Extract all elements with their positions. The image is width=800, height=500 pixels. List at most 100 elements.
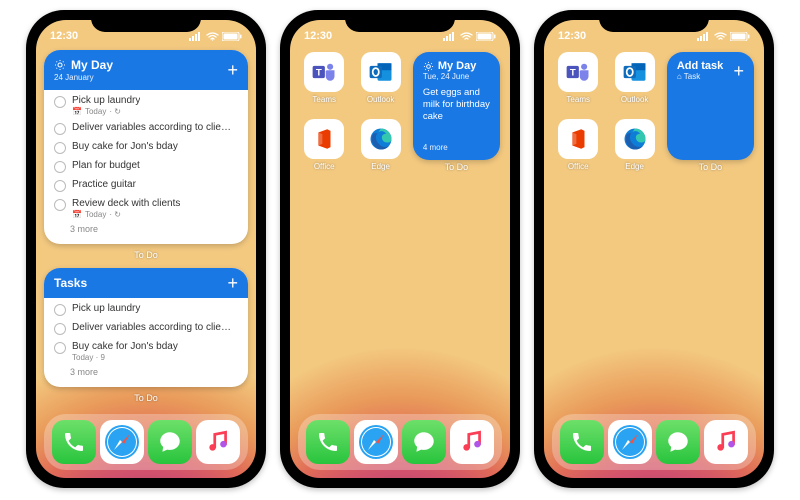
checkbox-icon[interactable] bbox=[54, 161, 66, 173]
widget-add-task-small[interactable]: Add task ⌂ Task + bbox=[667, 52, 754, 160]
music-app-icon[interactable] bbox=[196, 420, 240, 464]
notch bbox=[599, 10, 709, 32]
outlook-app-icon[interactable] bbox=[361, 52, 401, 92]
phone-mockup-large-widgets: 12:30 My Day 24 January + bbox=[26, 10, 266, 488]
widget-tasks-medium[interactable]: Tasks + Pick up laundry Deliver variable… bbox=[44, 268, 248, 387]
sun-icon bbox=[423, 61, 434, 72]
widget-my-day-large[interactable]: My Day 24 January + Pick up laundry📅Toda… bbox=[44, 50, 248, 244]
widget-subtitle: ⌂ Task bbox=[677, 72, 723, 81]
checkbox-icon[interactable] bbox=[54, 304, 66, 316]
sun-icon bbox=[54, 59, 66, 71]
app-label: Teams bbox=[312, 95, 336, 104]
home-icon: ⌂ bbox=[677, 72, 682, 81]
task-item[interactable]: Deliver variables according to clie… bbox=[44, 319, 248, 338]
app-label: Outlook bbox=[367, 95, 395, 104]
messages-app-icon[interactable] bbox=[656, 420, 700, 464]
task-title: Deliver variables according to clie… bbox=[72, 122, 238, 133]
task-item[interactable]: Buy cake for Jon's bdayToday · 9 bbox=[44, 338, 248, 365]
edge-app-icon[interactable] bbox=[361, 119, 401, 159]
status-time: 12:30 bbox=[50, 30, 78, 42]
widget-header: My Day 24 January + bbox=[44, 50, 248, 90]
teams-app-icon[interactable]: T bbox=[558, 52, 598, 92]
battery-icon bbox=[730, 32, 750, 41]
app-label: Office bbox=[568, 162, 589, 171]
widget-caption: To Do bbox=[44, 250, 248, 260]
notch bbox=[345, 10, 455, 32]
widget-caption: To Do bbox=[44, 393, 248, 403]
widget-footer: 4 more bbox=[423, 143, 448, 152]
checkbox-icon[interactable] bbox=[54, 199, 66, 211]
add-task-icon[interactable]: + bbox=[227, 274, 238, 292]
safari-app-icon[interactable] bbox=[354, 420, 398, 464]
widget-caption: To Do bbox=[413, 162, 500, 172]
task-list: Pick up laundry📅Today · ↻ Deliver variab… bbox=[44, 90, 248, 244]
status-time: 12:30 bbox=[304, 30, 332, 42]
task-title: Pick up laundry bbox=[72, 95, 140, 106]
task-title: Pick up laundry bbox=[72, 303, 238, 314]
task-title: Plan for budget bbox=[72, 160, 238, 171]
checkbox-icon[interactable] bbox=[54, 180, 66, 192]
task-title: Buy cake for Jon's bday bbox=[72, 341, 178, 352]
widget-title: Add task bbox=[677, 60, 723, 72]
task-list: Pick up laundry Deliver variables accord… bbox=[44, 298, 248, 387]
edge-app-icon[interactable] bbox=[615, 119, 655, 159]
safari-app-icon[interactable] bbox=[608, 420, 652, 464]
more-label[interactable]: 3 more bbox=[44, 365, 248, 383]
app-label: Edge bbox=[625, 162, 644, 171]
svg-text:T: T bbox=[570, 68, 576, 79]
dock bbox=[552, 414, 756, 470]
task-item[interactable]: Pick up laundry📅Today · ↻ bbox=[44, 92, 248, 119]
checkbox-icon[interactable] bbox=[54, 142, 66, 154]
status-time: 12:30 bbox=[558, 30, 586, 42]
music-app-icon[interactable] bbox=[450, 420, 494, 464]
messages-app-icon[interactable] bbox=[148, 420, 192, 464]
task-title: Review deck with clients bbox=[72, 198, 180, 209]
dock bbox=[44, 414, 248, 470]
app-label: Edge bbox=[371, 162, 390, 171]
add-task-icon[interactable]: + bbox=[227, 61, 238, 79]
outlook-app-icon[interactable] bbox=[615, 52, 655, 92]
task-title: Practice guitar bbox=[72, 179, 238, 190]
checkbox-icon[interactable] bbox=[54, 323, 66, 335]
wifi-icon bbox=[460, 32, 473, 41]
task-item[interactable]: Practice guitar bbox=[44, 176, 248, 195]
calendar-icon: 📅 bbox=[72, 107, 82, 116]
app-label: Teams bbox=[566, 95, 590, 104]
task-item[interactable]: Deliver variables according to clie… bbox=[44, 119, 248, 138]
widget-body: Get eggs and milk for birthday cake bbox=[423, 87, 490, 123]
app-label: Office bbox=[314, 162, 335, 171]
phone-mockup-small-widget-myday: 12:30 T Teams Outlook Office Edge bbox=[280, 10, 520, 488]
phone-app-icon[interactable] bbox=[306, 420, 350, 464]
task-item[interactable]: Buy cake for Jon's bday bbox=[44, 138, 248, 157]
more-label[interactable]: 3 more bbox=[44, 222, 248, 240]
task-meta: 📅Today · ↻ bbox=[72, 210, 180, 219]
office-app-icon[interactable] bbox=[304, 119, 344, 159]
phone-app-icon[interactable] bbox=[52, 420, 96, 464]
signal-icon bbox=[697, 32, 711, 41]
phone-mockup-small-widget-addtask: 12:30 T Teams Outlook Office Edge bbox=[534, 10, 774, 488]
task-item[interactable]: Review deck with clients📅Today · ↻ bbox=[44, 195, 248, 222]
music-app-icon[interactable] bbox=[704, 420, 748, 464]
widget-title: My Day bbox=[438, 60, 477, 72]
notch bbox=[91, 10, 201, 32]
phone-app-icon[interactable] bbox=[560, 420, 604, 464]
teams-app-icon[interactable]: T bbox=[304, 52, 344, 92]
task-item[interactable]: Plan for budget bbox=[44, 157, 248, 176]
app-label: Outlook bbox=[621, 95, 649, 104]
add-task-icon[interactable]: + bbox=[733, 62, 744, 80]
checkbox-icon[interactable] bbox=[54, 96, 66, 108]
safari-app-icon[interactable] bbox=[100, 420, 144, 464]
task-meta: Today · 9 bbox=[72, 353, 178, 362]
battery-icon bbox=[476, 32, 496, 41]
checkbox-icon[interactable] bbox=[54, 123, 66, 135]
office-app-icon[interactable] bbox=[558, 119, 598, 159]
checkbox-icon[interactable] bbox=[54, 342, 66, 354]
widget-title: Tasks bbox=[54, 276, 87, 290]
widget-my-day-small[interactable]: My Day Tue, 24 June Get eggs and milk fo… bbox=[413, 52, 500, 160]
task-item[interactable]: Pick up laundry bbox=[44, 300, 248, 319]
widget-title: My Day bbox=[71, 58, 113, 72]
messages-app-icon[interactable] bbox=[402, 420, 446, 464]
battery-icon bbox=[222, 32, 242, 41]
signal-icon bbox=[443, 32, 457, 41]
dock bbox=[298, 414, 502, 470]
